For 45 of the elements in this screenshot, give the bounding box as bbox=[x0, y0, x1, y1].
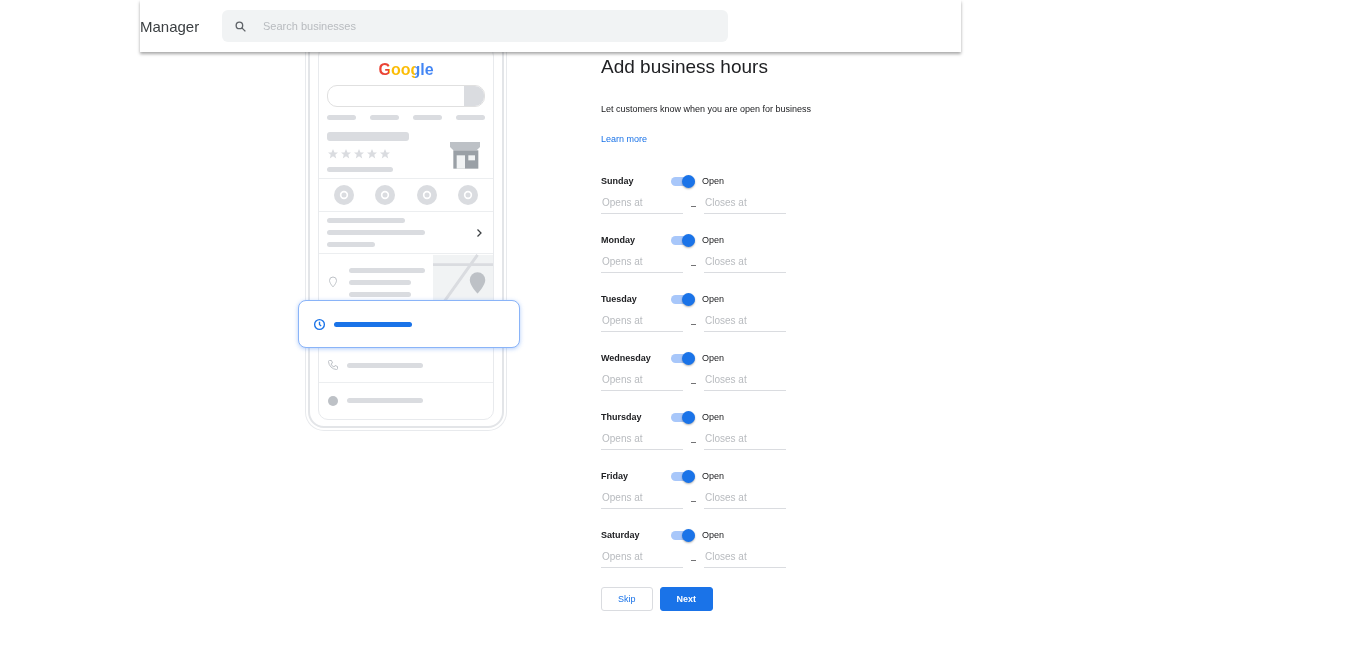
status-label: Open bbox=[702, 530, 726, 540]
day-name: Wednesday bbox=[601, 353, 652, 363]
day-name: Saturday bbox=[601, 530, 641, 540]
status-label: Open bbox=[702, 353, 726, 363]
page-title: Add business hours bbox=[601, 56, 769, 78]
separator: – bbox=[691, 259, 696, 272]
status-label: Open bbox=[702, 176, 726, 186]
location-pin-icon bbox=[327, 276, 339, 288]
clock-icon bbox=[313, 317, 326, 331]
open-toggle[interactable] bbox=[671, 176, 695, 186]
learn-more-link[interactable]: Learn more bbox=[601, 134, 648, 144]
placeholder-line bbox=[413, 115, 442, 120]
separator: – bbox=[691, 436, 696, 449]
separator: – bbox=[691, 495, 696, 508]
search-icon bbox=[234, 19, 247, 33]
open-toggle[interactable] bbox=[671, 294, 695, 304]
next-button[interactable]: Next bbox=[659, 587, 714, 611]
placeholder-line bbox=[327, 115, 356, 120]
placeholder-line bbox=[370, 115, 399, 120]
open-toggle[interactable] bbox=[671, 471, 695, 481]
separator: – bbox=[691, 377, 696, 390]
status-label: Open bbox=[702, 235, 726, 245]
open-toggle[interactable] bbox=[671, 412, 695, 422]
stars-drawing bbox=[327, 148, 391, 160]
open-toggle[interactable] bbox=[671, 530, 695, 540]
day-name: Thursday bbox=[601, 412, 643, 422]
open-toggle[interactable] bbox=[671, 353, 695, 363]
day-name: Monday bbox=[601, 235, 636, 245]
skip-button[interactable]: Skip bbox=[601, 587, 653, 611]
status-label: Open bbox=[702, 412, 726, 422]
day-name: Tuesday bbox=[601, 294, 638, 304]
separator: – bbox=[691, 318, 696, 331]
day-name: Sunday bbox=[601, 176, 635, 186]
placeholder-line bbox=[349, 291, 411, 297]
subtitle: Let customers know when you are open for business bbox=[601, 104, 812, 114]
open-toggle[interactable] bbox=[671, 235, 695, 245]
status-label: Open bbox=[702, 471, 726, 481]
separator: – bbox=[691, 200, 696, 213]
placeholder-line bbox=[327, 242, 375, 247]
status-label: Open bbox=[702, 294, 726, 304]
placeholder-line bbox=[349, 279, 411, 285]
placeholder-line bbox=[327, 167, 393, 172]
placeholder-line bbox=[456, 115, 485, 120]
day-name: Friday bbox=[601, 471, 629, 481]
separator: – bbox=[691, 554, 696, 567]
